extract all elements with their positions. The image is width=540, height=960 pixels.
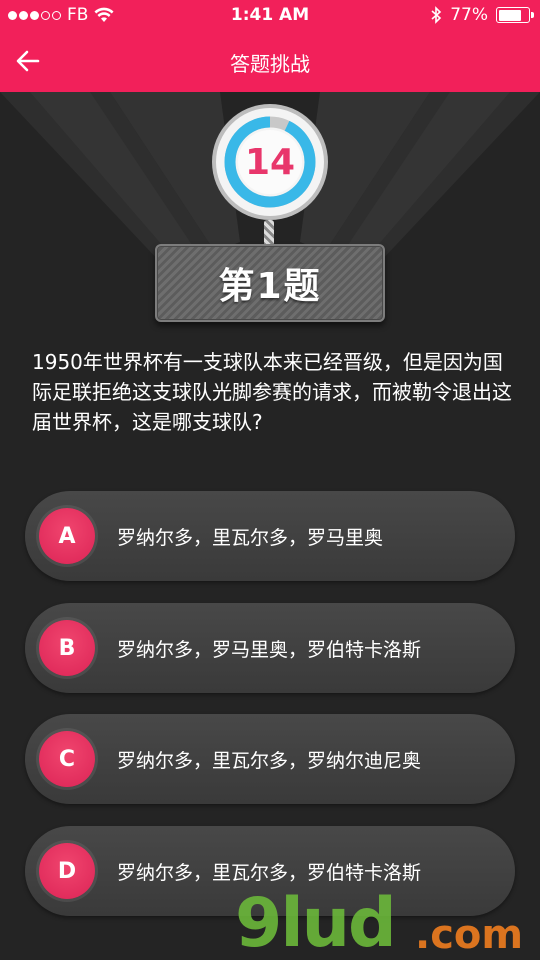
- battery-icon: [496, 7, 534, 23]
- option-label: 罗纳尔多，里瓦尔多，罗纳尔迪尼奥: [117, 749, 422, 772]
- watermark-main: 9lud: [235, 884, 397, 960]
- question-text: 1950年世界杯有一支球队本来已经晋级，但是因为国际足联拒绝这支球队光脚参赛的请…: [32, 350, 512, 434]
- status-bar: FB 1:41 AM 77%: [0, 0, 540, 30]
- option-letter: B: [39, 620, 95, 676]
- option-letter: D: [39, 843, 95, 899]
- battery-percent: 77%: [450, 5, 488, 25]
- nav-bar: 答题挑战: [0, 30, 540, 92]
- watermark-suffix: .com: [415, 912, 524, 958]
- option-letter: C: [39, 731, 95, 787]
- battery-level: [498, 9, 521, 21]
- question-number-sign: 第1题: [155, 244, 385, 322]
- option-label: 罗纳尔多，罗马里奥，罗伯特卡洛斯: [117, 638, 422, 661]
- question-number: 第1题: [218, 266, 322, 307]
- countdown-timer: 14: [210, 102, 330, 222]
- option-c[interactable]: C 罗纳尔多，里瓦尔多，罗纳尔迪尼奥: [25, 714, 515, 804]
- option-letter: A: [39, 508, 95, 564]
- quiz-stage: 14 第1题 1950年世界杯有一支球队本来已经晋级，但是因为国际足联拒绝这支球…: [0, 92, 540, 960]
- watermark-logo: 9lud .com: [235, 890, 540, 960]
- page-title: 答题挑战: [230, 52, 310, 76]
- option-a[interactable]: A 罗纳尔多，里瓦尔多，罗马里奥: [25, 491, 515, 581]
- timer-value: 14: [244, 141, 296, 183]
- option-b[interactable]: B 罗纳尔多，罗马里奥，罗伯特卡洛斯: [25, 603, 515, 693]
- bluetooth-icon: [431, 6, 442, 24]
- status-right: 77%: [430, 5, 534, 25]
- option-label: 罗纳尔多，里瓦尔多，罗马里奥: [117, 526, 384, 549]
